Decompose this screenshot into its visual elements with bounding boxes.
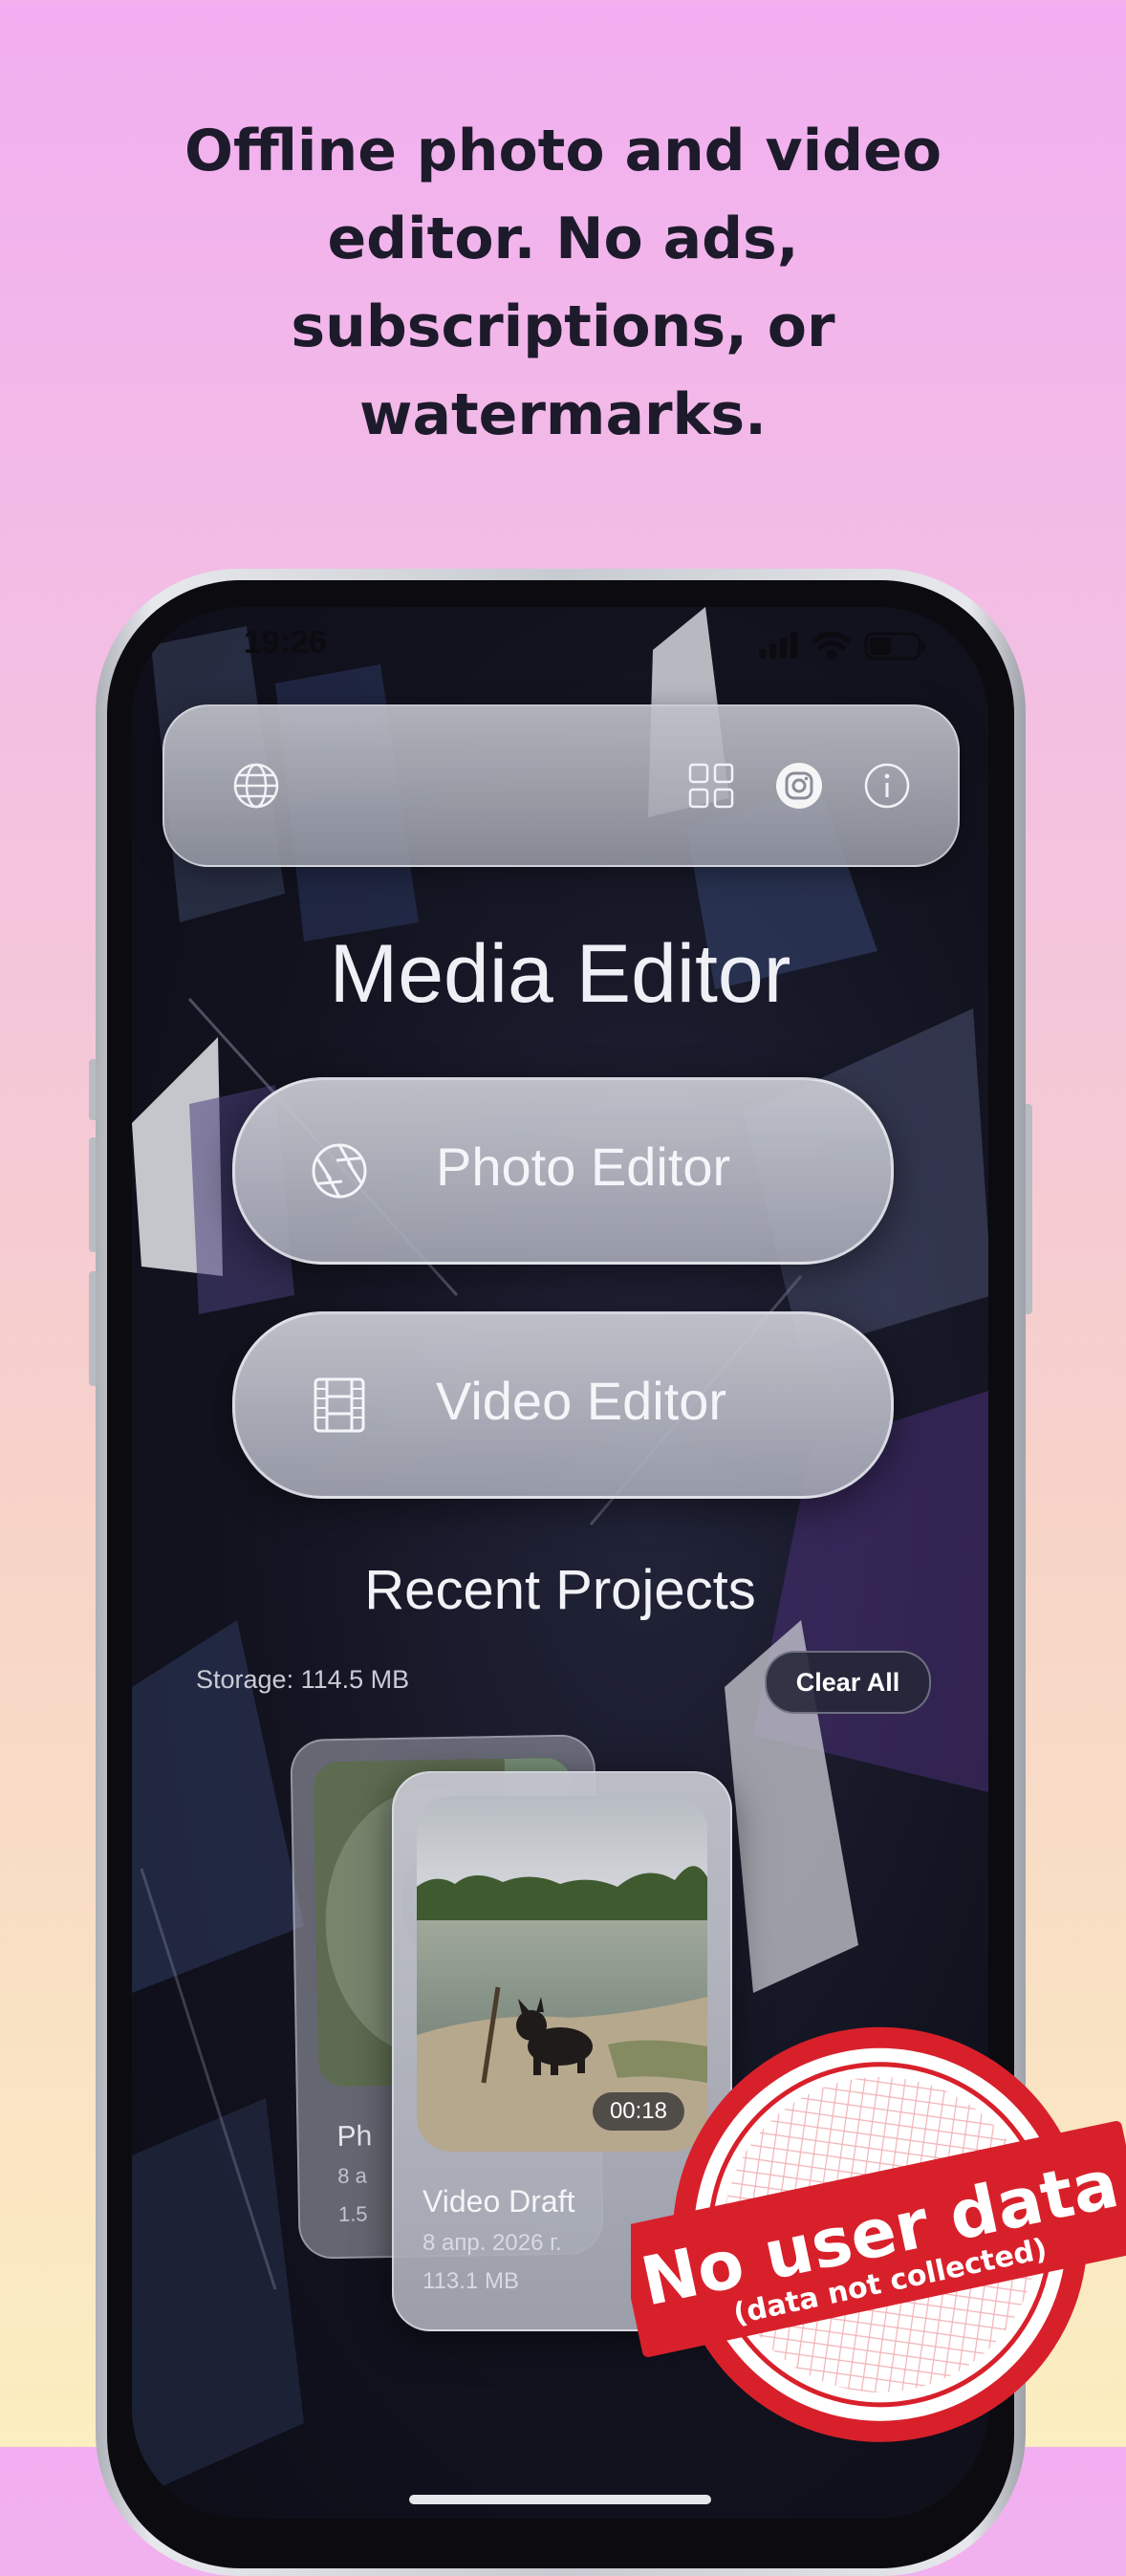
- aperture-icon: [312, 1143, 367, 1199]
- promo-headline: Offline photo and video editor. No ads, …: [184, 118, 942, 448]
- battery-icon: [864, 632, 925, 660]
- storage-usage: Storage: 114.5 MB: [196, 1665, 410, 1694]
- top-toolbar: [162, 704, 960, 867]
- grid-icon[interactable]: [686, 761, 736, 811]
- project-date-partial: 8 а: [337, 2163, 368, 2189]
- globe-icon[interactable]: [231, 761, 281, 811]
- project-size: 113.1 MB: [422, 2268, 519, 2294]
- info-icon[interactable]: [862, 761, 912, 811]
- signal-icon: [759, 632, 797, 659]
- home-indicator: [409, 2495, 711, 2504]
- photo-editor-label: Photo Editor: [436, 1136, 731, 1197]
- project-title-partial: Ph: [336, 2120, 373, 2154]
- project-date: 8 апр. 2026 г.: [422, 2230, 562, 2256]
- video-editor-button[interactable]: Video Editor: [232, 1311, 894, 1499]
- video-editor-label: Video Editor: [436, 1371, 727, 1431]
- photo-editor-button[interactable]: Photo Editor: [232, 1077, 894, 1265]
- clear-all-button[interactable]: Clear All: [765, 1651, 931, 1714]
- project-title: Video Draft: [422, 2184, 575, 2219]
- recent-projects-title: Recent Projects: [364, 1559, 756, 1621]
- app-title: Media Editor: [329, 928, 791, 1020]
- privacy-stamp: No user data (data not collected): [631, 2026, 1126, 2442]
- status-time: 19:26: [244, 624, 327, 660]
- status-icons: [759, 628, 931, 666]
- wifi-icon: [812, 631, 852, 660]
- instagram-icon[interactable]: [774, 761, 824, 811]
- project-size-partial: 1.5: [337, 2201, 368, 2227]
- film-strip-icon: [314, 1377, 365, 1433]
